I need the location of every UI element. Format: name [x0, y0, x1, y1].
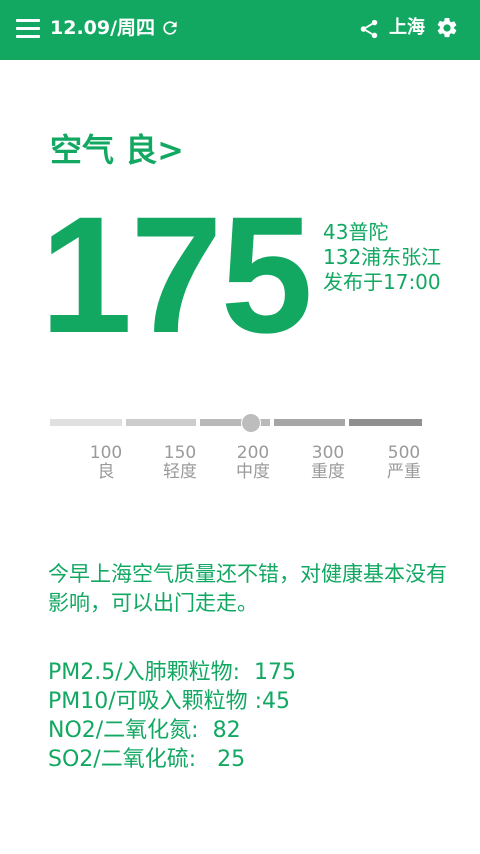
pollutant-no2: NO2/二氧化氮: 82 — [48, 718, 241, 743]
station-reading: 132浦东张江 — [323, 245, 442, 269]
aqi-scale-bar — [50, 413, 422, 433]
menu-icon[interactable] — [16, 19, 40, 39]
station-reading: 43普陀 — [323, 220, 389, 244]
air-quality-summary: 今早上海空气质量还不错，对健康基本没有影响，可以出门走走。 — [48, 562, 447, 615]
scale-labels: 100 良 150 轻度 200 中度 300 重度 500 严重 — [0, 444, 480, 484]
aqi-value: 175 — [40, 183, 313, 368]
air-quality-title[interactable]: 空气 良> — [50, 130, 184, 170]
scale-segment-4 — [274, 419, 345, 426]
scale-tick: 100 良 — [89, 443, 123, 482]
pollutant-so2: SO2/二氧化硫: 25 — [48, 747, 246, 772]
scale-segment-1 — [50, 419, 122, 426]
scale-tick: 500 严重 — [387, 443, 421, 482]
city-selector[interactable]: 上海 — [389, 17, 425, 39]
pollutant-pm10: PM10/可吸入颗粒物 :45 — [48, 689, 291, 714]
pollutant-pm25: PM2.5/入肺颗粒物: 175 — [48, 660, 297, 685]
pollutant-list: PM2.5/入肺颗粒物: 175 PM10/可吸入颗粒物 :45 NO2/二氧化… — [48, 658, 296, 774]
gear-icon[interactable] — [435, 16, 459, 40]
top-bar: 12.09/周四 上海 — [0, 0, 480, 60]
scale-tick: 200 中度 — [236, 443, 270, 482]
aqi-level-indicator — [240, 413, 261, 433]
scale-segment-2 — [126, 419, 196, 426]
refresh-icon[interactable] — [160, 18, 180, 38]
station-list: 43普陀 132浦东张江 发布于17:00 — [323, 220, 441, 295]
share-icon[interactable] — [358, 18, 380, 40]
scale-tick: 150 轻度 — [163, 443, 197, 482]
publish-time: 发布于17:00 — [323, 270, 441, 294]
date-label: 12.09/周四 — [50, 17, 156, 39]
scale-segment-5 — [349, 419, 422, 426]
scale-tick: 300 重度 — [311, 443, 345, 482]
